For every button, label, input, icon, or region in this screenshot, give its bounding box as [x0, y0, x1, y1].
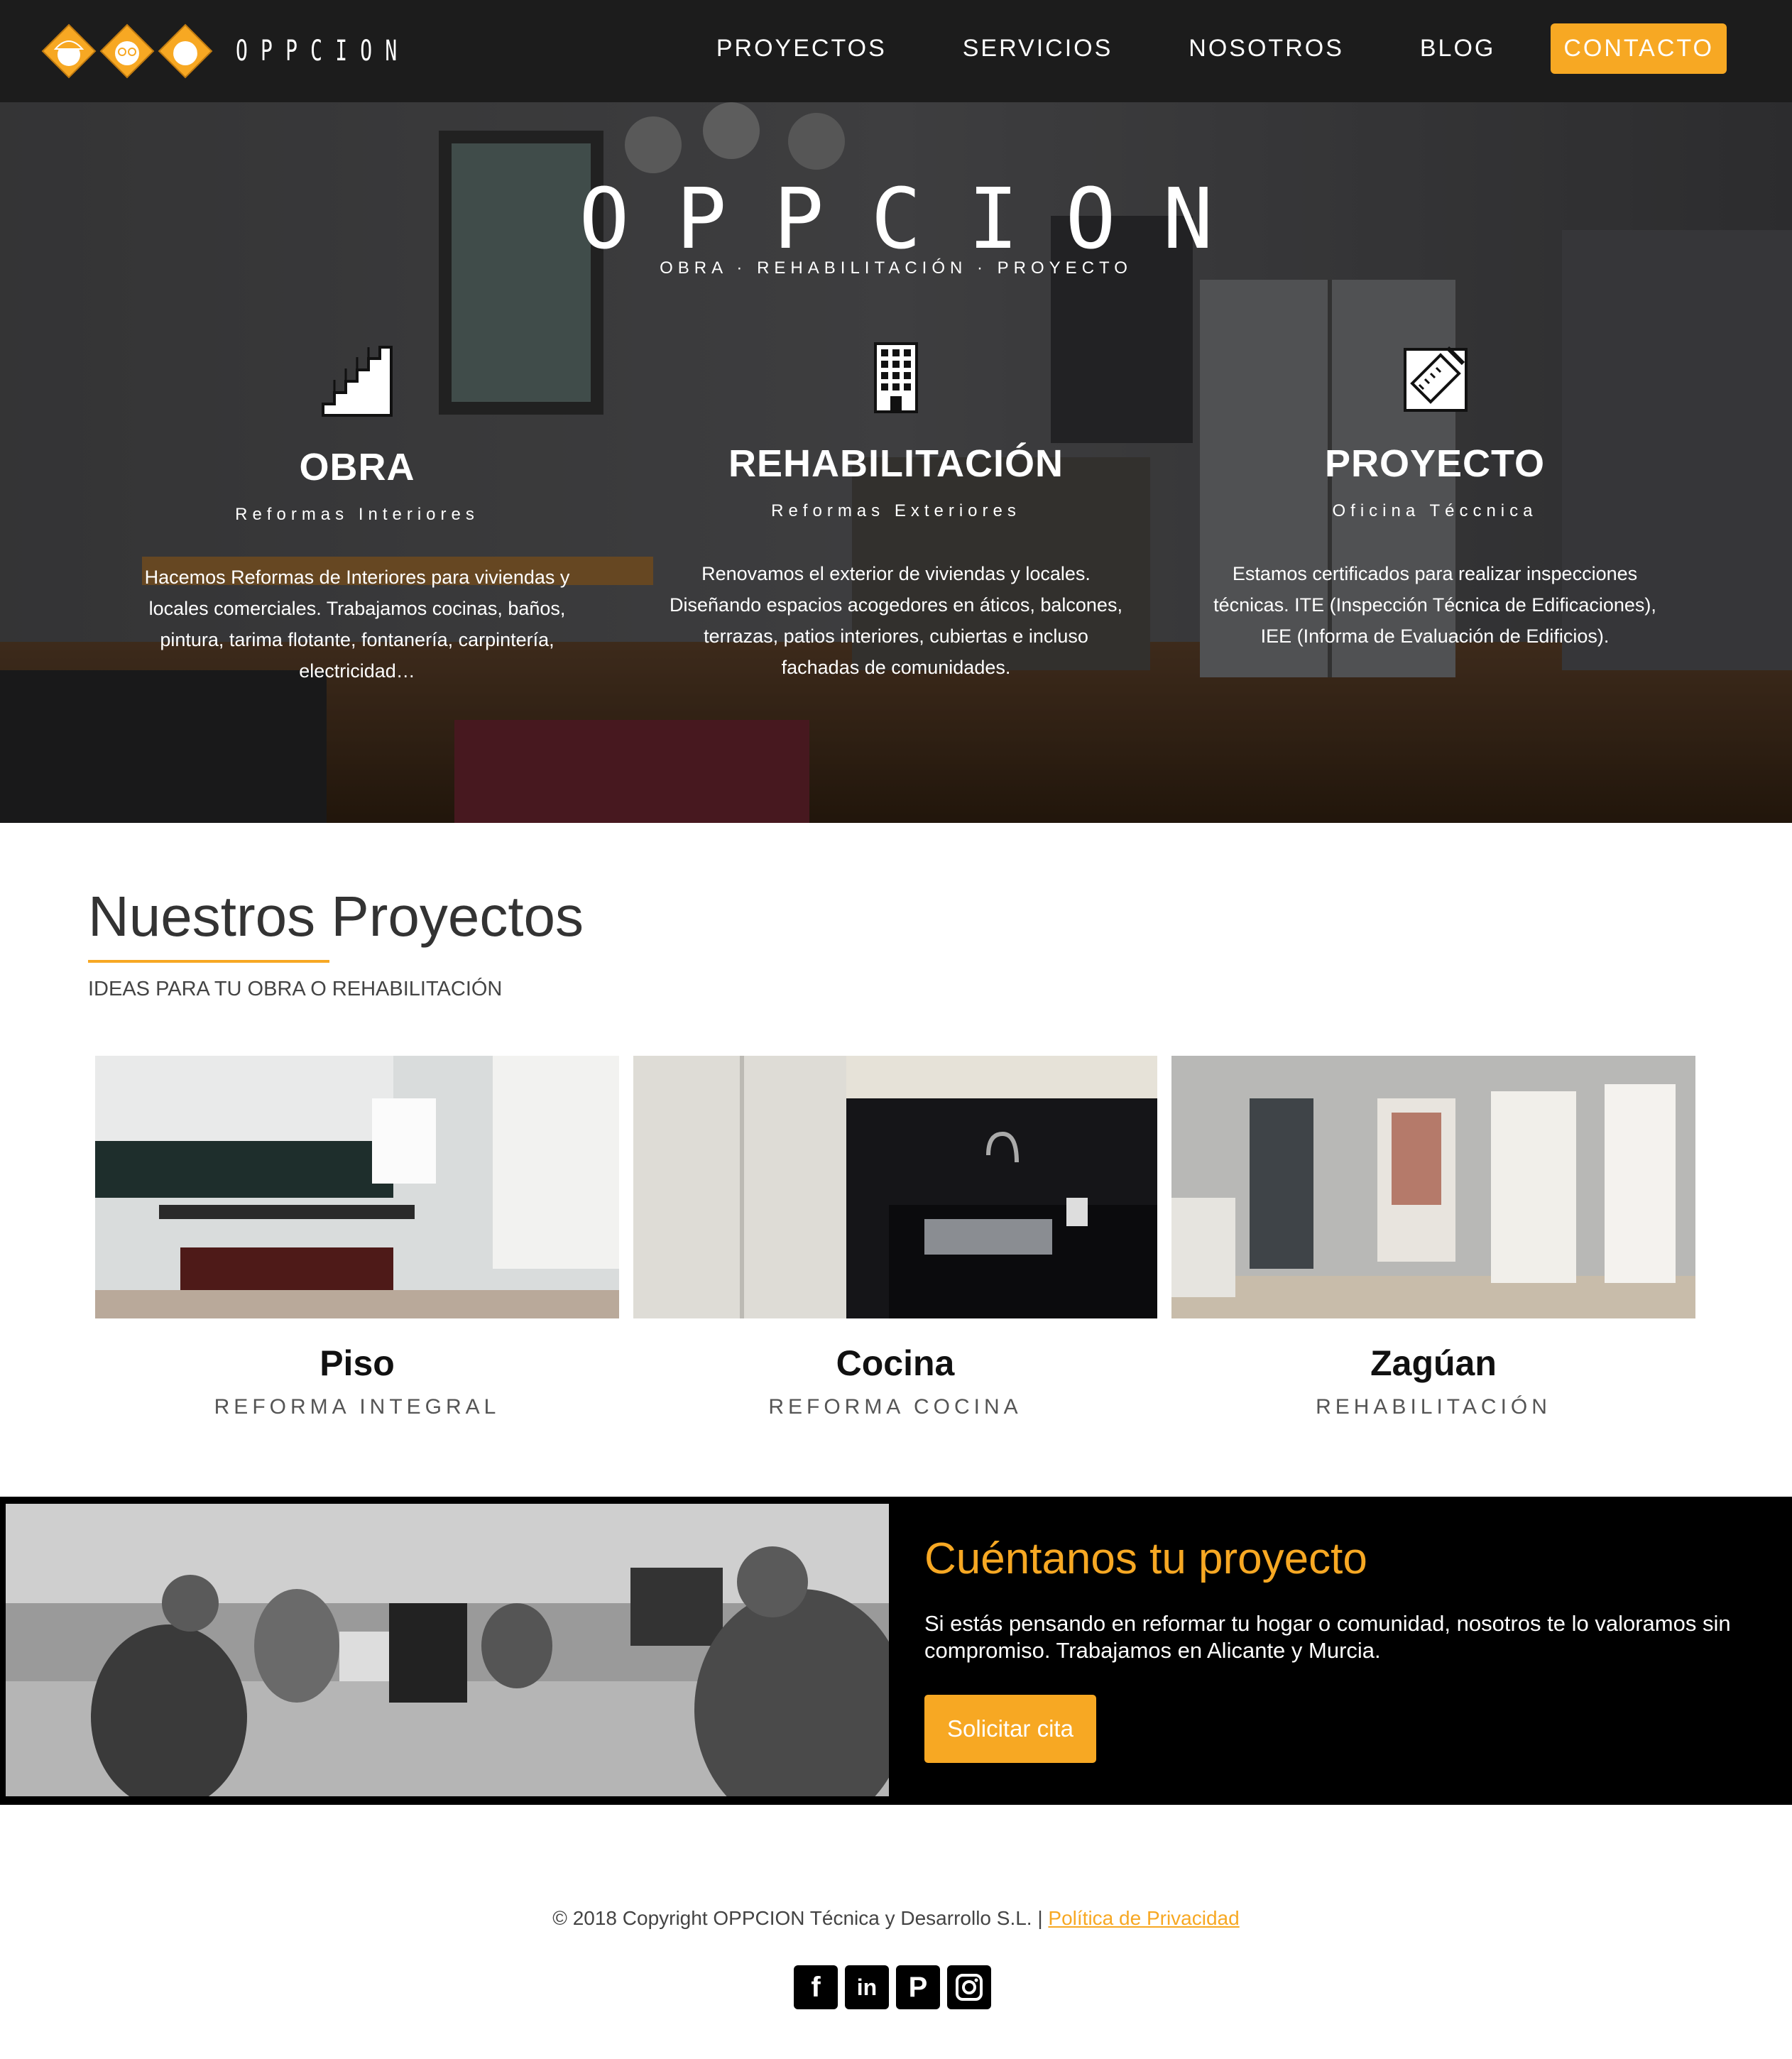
hero-tagline: OBRA · REHABILITACIÓN · PROYECTO [660, 258, 1132, 278]
service-subtitle: Reformas Exteriores [771, 501, 1021, 520]
contact-cta-section: Cuéntanos tu proyecto Si estás pensando … [0, 1497, 1792, 1805]
privacy-policy-link[interactable]: Política de Privacidad [1048, 1907, 1239, 1929]
office-team-photo [6, 1504, 889, 1796]
project-caption: REHABILITACIÓN [1316, 1395, 1551, 1419]
hero-brand-title: OPPCION [579, 170, 1260, 268]
nav-item-servicios[interactable]: SERVICIOS [963, 35, 1113, 62]
nav-item-blog[interactable]: BLOG [1420, 35, 1495, 62]
building-icon [655, 337, 1137, 415]
project-image-zaguan[interactable] [1171, 1056, 1695, 1318]
main-menu: PROYECTOS SERVICIOS NOSOTROS BLOG CONTAC… [640, 23, 1727, 74]
project-title: Piso [319, 1343, 395, 1383]
copyright-text: © 2018 Copyright OPPCION Técnica y Desar… [552, 1907, 1049, 1929]
project-card-zaguan[interactable]: Zagúan REHABILITACIÓN [1171, 1056, 1695, 1419]
project-title: Cocina [836, 1343, 955, 1383]
cta-title: Cuéntanos tu proyecto [924, 1534, 1367, 1583]
projects-subtitle: IDEAS PARA TU OBRA O REHABILITACIÓN [88, 978, 503, 1000]
service-rehabilitacion: REHABILITACIÓN Reformas Exteriores Renov… [655, 337, 1137, 683]
request-appointment-button[interactable]: Solicitar cita [924, 1695, 1096, 1763]
title-underline [88, 960, 329, 963]
cta-description: Si estás pensando en reformar tu hogar o… [924, 1611, 1731, 1663]
top-navbar: OPPCION PROYECTOS SERVICIOS NOSOTROS BLO… [0, 0, 1792, 102]
instagram-icon[interactable] [947, 1965, 991, 2009]
social-links: f in P [794, 1965, 998, 2009]
nav-item-nosotros[interactable]: NOSOTROS [1189, 35, 1344, 62]
hero-section: OPPCION OBRA · REHABILITACIÓN · PROYECTO… [0, 102, 1792, 823]
nav-item-proyectos[interactable]: PROYECTOS [716, 35, 887, 62]
service-title: REHABILITACIÓN [728, 442, 1064, 485]
project-title: Zagúan [1370, 1343, 1497, 1383]
linkedin-icon[interactable]: in [845, 1965, 889, 2009]
logo-text: OPPCION [236, 35, 410, 67]
worker-hardhat-icon [41, 23, 97, 79]
blueprint-icon [1193, 337, 1676, 415]
footer-copyright: © 2018 Copyright OPPCION Técnica y Desar… [0, 1907, 1792, 1930]
service-obra: OBRA Reformas Interiores Hacemos Reforma… [116, 340, 599, 687]
service-description: Estamos certificados para realizar inspe… [1213, 563, 1656, 647]
pinterest-icon[interactable]: P [896, 1965, 940, 2009]
service-description: Hacemos Reformas de Interiores para vivi… [144, 567, 570, 682]
nav-contact-button[interactable]: CONTACTO [1551, 23, 1727, 74]
stairs-icon [116, 340, 599, 418]
service-proyecto: PROYECTO Oficina Téccnica Estamos certif… [1193, 337, 1676, 652]
project-caption: REFORMA INTEGRAL [214, 1395, 501, 1419]
service-title: OBRA [299, 446, 415, 488]
service-title: PROYECTO [1324, 442, 1546, 485]
project-caption: REFORMA COCINA [768, 1395, 1022, 1419]
service-subtitle: Reformas Interiores [235, 505, 479, 524]
project-card-piso[interactable]: Piso REFORMA INTEGRAL [95, 1056, 619, 1419]
facebook-icon[interactable]: f [794, 1965, 838, 2009]
worker-headphones-icon [158, 23, 213, 79]
project-image-piso[interactable] [95, 1056, 619, 1318]
worker-glasses-icon [99, 23, 155, 79]
project-image-cocina[interactable] [633, 1056, 1157, 1318]
project-card-cocina[interactable]: Cocina REFORMA COCINA [633, 1056, 1157, 1419]
projects-title: Nuestros Proyectos [88, 885, 584, 948]
site-logo[interactable]: OPPCION [41, 23, 485, 80]
service-description: Renovamos el exterior de viviendas y loc… [670, 563, 1122, 678]
service-subtitle: Oficina Téccnica [1332, 501, 1538, 520]
